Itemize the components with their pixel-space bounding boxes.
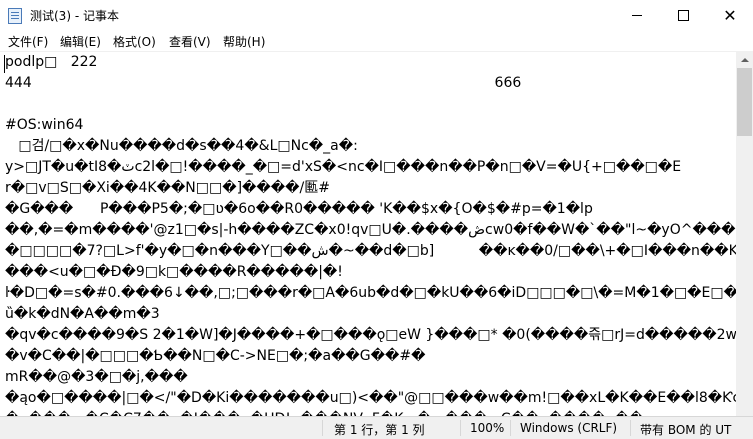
menu-edit[interactable]: 编辑(E) xyxy=(60,33,101,50)
text-line: ���<u�□�Ð�9□k□����R�����|�! xyxy=(5,264,343,280)
text-line: y>□JT�u�tI8�ٽc2l�□!����_�□=d'xS�<nc�I□��… xyxy=(5,159,682,175)
status-divider xyxy=(510,420,511,436)
text-line: podlp□ 222 xyxy=(5,54,98,70)
text-line: #OS:win64 xyxy=(5,117,84,133)
minimize-button[interactable] xyxy=(614,0,660,31)
cursor-position: 第 1 行，第 1 列 xyxy=(334,423,425,437)
title-bar: 测试(3) - 记事本 ✕ xyxy=(0,0,753,31)
text-line: �v�C��|�□□□�Ƅ��N□�C->NE□�;�a��G��#� xyxy=(5,348,426,364)
menu-bar: 文件(F) 编辑(E) 格式(O) 查看(V) 帮助(H) xyxy=(0,31,753,51)
status-divider xyxy=(322,420,323,436)
zoom-level: 100% xyxy=(470,421,505,435)
text-line: r�□v□S□�Xi��4K��N□□�]����/匭# xyxy=(5,180,330,196)
text-line: �□□□□�7?□L>f'�y�□�n���Y□��ش�~��d�□b] ��ĸ… xyxy=(5,243,736,259)
text-line: �qv�c����9�S 2�1�W]�J����+�□���ǫ□eW }���… xyxy=(5,327,736,343)
notepad-icon xyxy=(8,8,22,24)
text-line: �ąo�□����|□�</"�D�Ki�������u□)<��"@□□���… xyxy=(5,390,736,406)
menu-file[interactable]: 文件(F) xyxy=(8,33,48,50)
encoding: 带有 BOM 的 UT xyxy=(640,423,732,437)
close-icon: ✕ xyxy=(723,5,737,25)
text-line: ŀ�D□�=s�#0.���6↓��,□;□���r�□A�6ub�d�□�kU… xyxy=(5,285,736,301)
menu-help[interactable]: 帮助(H) xyxy=(223,33,265,50)
close-button[interactable]: ✕ xyxy=(707,0,753,31)
text-line: mR��@�3�□�j,��� xyxy=(5,369,188,385)
window-title: 测试(3) - 记事本 xyxy=(30,9,119,23)
maximize-icon xyxy=(677,10,689,21)
scroll-thumb[interactable] xyxy=(737,68,752,136)
text-line: �G��� P���P5�;�□ʋ�6o��R0����� 'K��$x�{O�… xyxy=(5,201,593,217)
minimize-icon xyxy=(632,15,642,16)
status-divider xyxy=(460,420,461,436)
menu-format[interactable]: 格式(O) xyxy=(113,33,156,50)
status-bar: 第 1 行，第 1 列 100% Windows (CRLF) 带有 BOM 的… xyxy=(0,416,753,439)
maximize-button[interactable] xyxy=(660,0,706,31)
vertical-scrollbar[interactable] xyxy=(736,51,753,416)
text-editor[interactable]: podlp□ 222 444 666 #OS:win64 □검/□�x�Nu��… xyxy=(0,51,736,417)
text-line: 444 666 xyxy=(5,75,522,91)
scroll-up-icon[interactable] xyxy=(736,51,753,68)
text-line: ȕ�k�dN�A��m�3 xyxy=(5,306,160,322)
menu-view[interactable]: 查看(V) xyxy=(169,33,211,50)
status-divider xyxy=(630,420,631,436)
line-ending: Windows (CRLF) xyxy=(520,421,618,435)
text-line: ��,�=�m����'@z1□�s|-h����ZC�x0!qv□U�.���… xyxy=(5,222,736,238)
text-line: □검/□�x�Nu����d�s��4�&L□Nc�_a�: xyxy=(5,138,358,154)
